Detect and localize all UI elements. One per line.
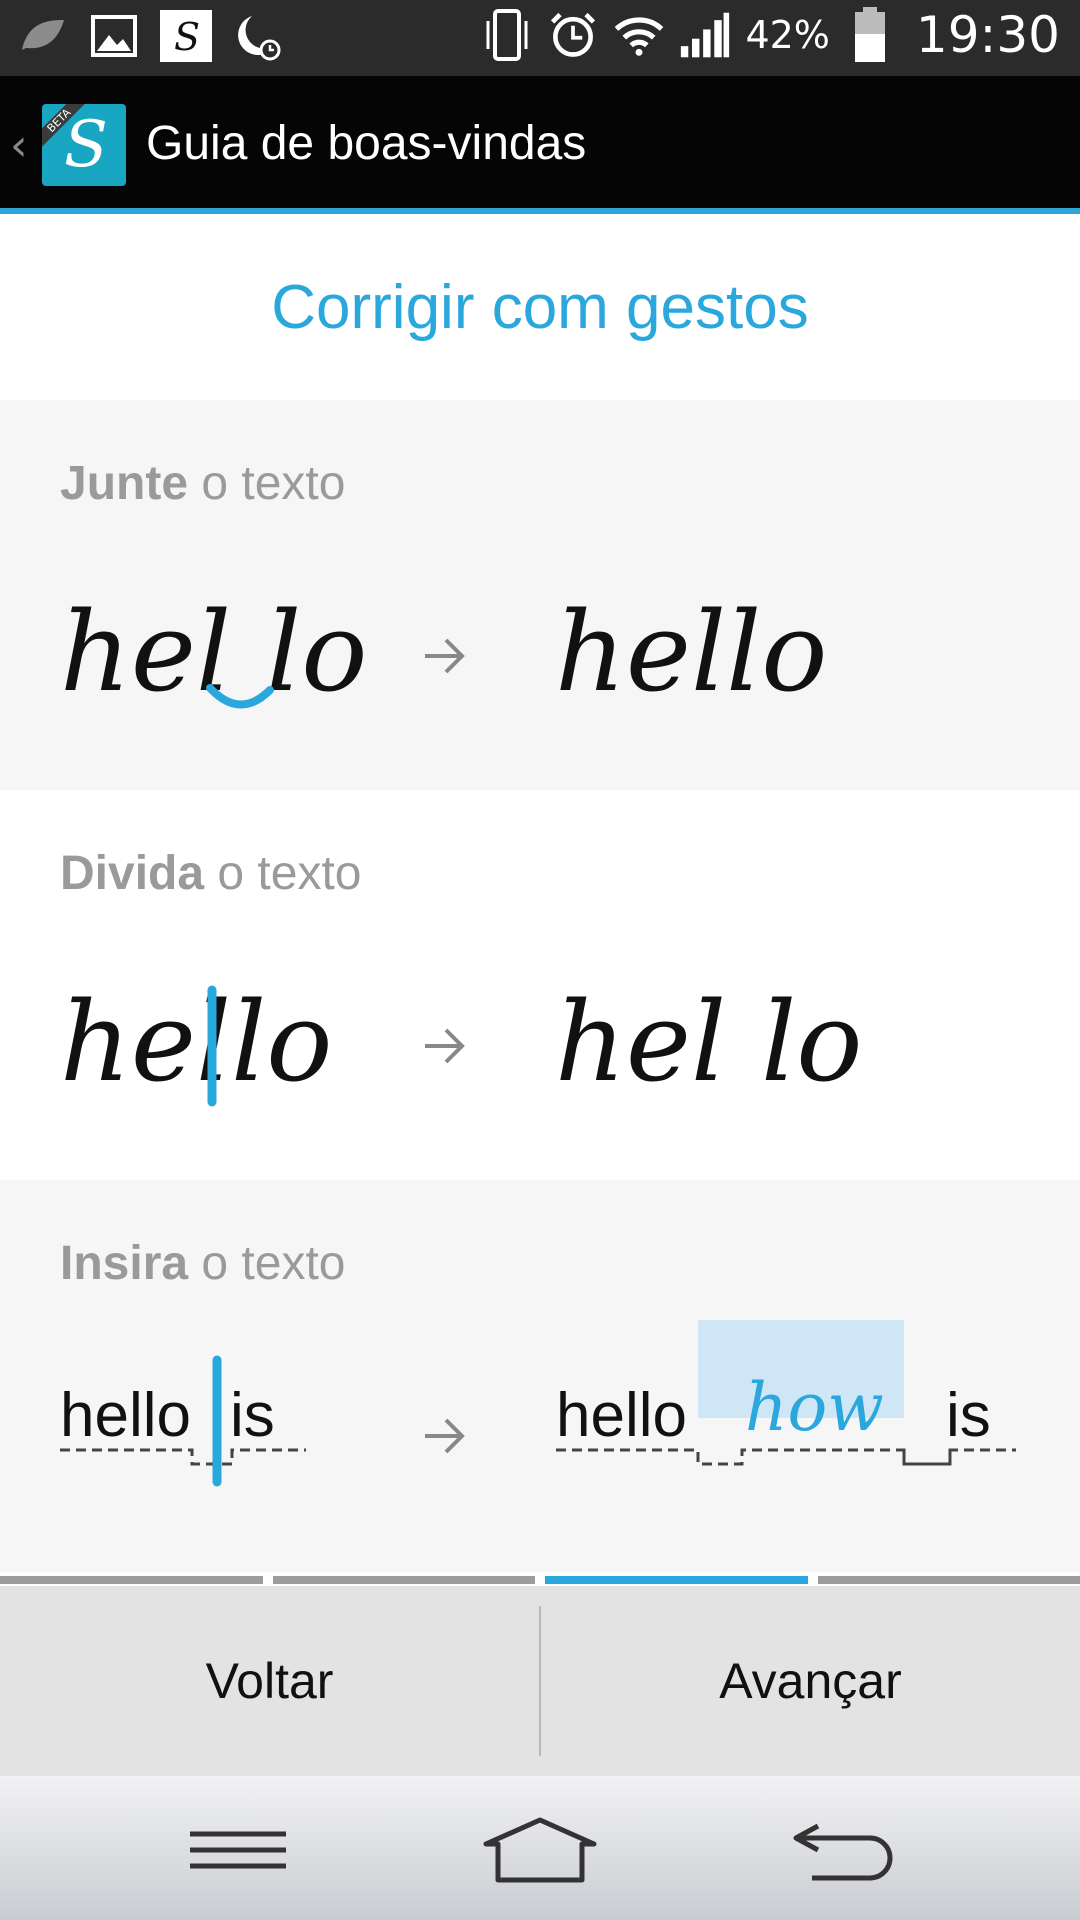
arrow-icon xyxy=(425,1028,465,1064)
navigation-bar xyxy=(0,1776,1080,1920)
page-indicator-segment xyxy=(272,1576,535,1584)
status-bar: S 42% 19:30 xyxy=(0,0,1080,76)
next-button[interactable]: Avançar xyxy=(541,1586,1080,1776)
night-mode-icon xyxy=(232,10,284,62)
join-demo: hel lo hello xyxy=(0,540,1080,740)
alarm-icon xyxy=(547,9,599,61)
page-indicator-segment xyxy=(0,1576,263,1584)
section-verb: Junte xyxy=(60,457,189,510)
section-rest: o texto xyxy=(188,1237,346,1290)
join-after-text: hello xyxy=(555,588,828,716)
signal-icon xyxy=(679,9,731,61)
insert-demo: hello is hello how is xyxy=(0,1320,1080,1520)
stylus-app-icon: S xyxy=(160,10,212,62)
insert-before-word-2: is xyxy=(230,1381,275,1450)
app-title: Guia de boas-vindas xyxy=(146,117,587,170)
split-before-text: hello xyxy=(60,978,333,1106)
gallery-icon xyxy=(88,10,140,62)
app-logo-letter: S xyxy=(64,108,108,182)
page-heading: Corrigir com gestos xyxy=(0,214,1080,400)
app-bar: ‹ BETA S Guia de boas-vindas xyxy=(0,76,1080,214)
battery-percent: 42% xyxy=(745,13,830,57)
up-caret-icon[interactable]: ‹ xyxy=(10,120,28,171)
section-title: Insira o texto xyxy=(60,1236,346,1291)
home-icon[interactable] xyxy=(480,1810,600,1890)
section-verb: Insira xyxy=(60,1237,189,1290)
wifi-icon xyxy=(613,9,665,61)
back-icon[interactable] xyxy=(782,1810,902,1890)
insert-after-word-1: hello xyxy=(556,1381,687,1450)
page-indicator-segment-active xyxy=(545,1576,808,1584)
page-indicator xyxy=(0,1576,1080,1586)
vibrate-icon xyxy=(481,9,533,61)
inserted-word: how xyxy=(745,1369,884,1446)
insert-after-word-2: is xyxy=(946,1381,991,1450)
section-title: Divida o texto xyxy=(60,846,361,901)
app-logo[interactable]: BETA S xyxy=(42,104,126,186)
arrow-icon xyxy=(425,1418,465,1454)
arrow-icon xyxy=(425,638,465,674)
section-split: Divida o texto hello hel lo xyxy=(0,790,1080,1180)
split-after-text: hel lo xyxy=(555,978,863,1106)
section-rest: o texto xyxy=(204,847,362,900)
insert-before-word-1: hello xyxy=(60,1381,191,1450)
menu-icon[interactable] xyxy=(178,1810,298,1890)
section-rest: o texto xyxy=(188,457,346,510)
split-demo: hello hel lo xyxy=(0,930,1080,1130)
leaf-icon xyxy=(16,10,68,62)
section-join: Junte o texto hel lo hello xyxy=(0,400,1080,790)
section-title: Junte o texto xyxy=(60,456,345,511)
button-bar: Voltar Avançar xyxy=(0,1586,1080,1776)
section-verb: Divida xyxy=(60,847,205,900)
svg-text:S: S xyxy=(174,15,200,59)
page-indicator-segment xyxy=(817,1576,1080,1584)
battery-icon xyxy=(844,7,896,62)
section-insert: Insira o texto hello is hello how is xyxy=(0,1180,1080,1572)
page-heading-text: Corrigir com gestos xyxy=(271,272,809,342)
clock: 19:30 xyxy=(915,6,1060,64)
back-button[interactable]: Voltar xyxy=(0,1586,539,1776)
